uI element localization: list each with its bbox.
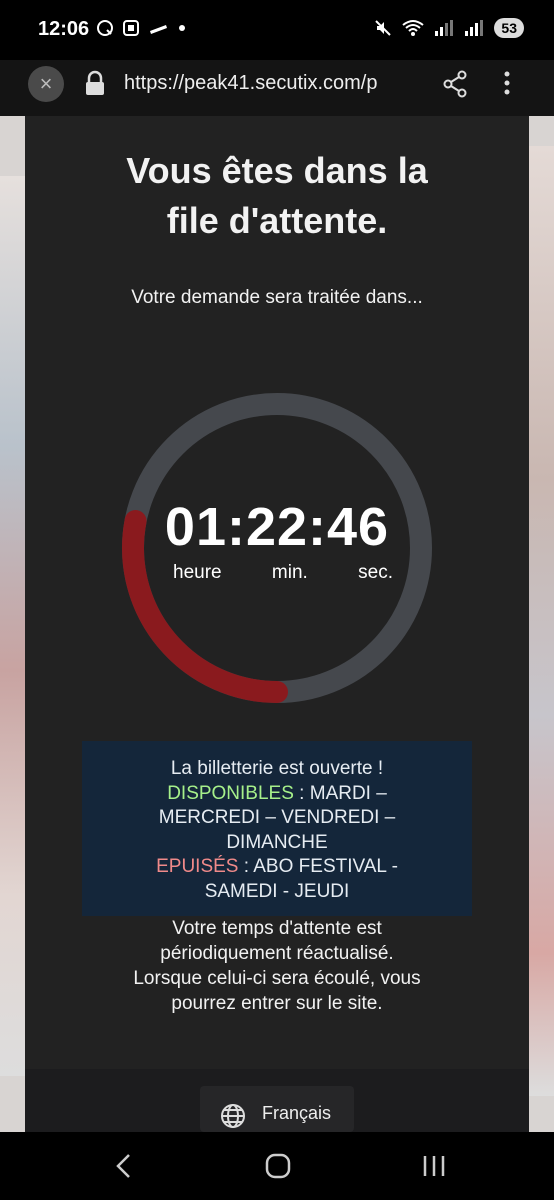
app-notification-icon (97, 20, 113, 36)
back-icon[interactable] (112, 1152, 136, 1180)
url-field[interactable]: https://peak41.secutix.com/p (124, 72, 424, 95)
notification-icons (96, 19, 186, 37)
ticketing-notice: La billetterie est ouverte ! DISPONIBLES… (82, 741, 472, 916)
share-icon[interactable] (442, 70, 468, 98)
signal-icon-2 (465, 20, 484, 36)
close-tab-button[interactable]: × (28, 66, 64, 102)
soldout-label: EPUISÉS (156, 856, 239, 877)
signal-icon (435, 20, 454, 36)
countdown-timer: 01:22:46 (164, 497, 390, 557)
notice-line: DIMANCHE (226, 831, 328, 853)
lock-icon[interactable] (84, 70, 106, 98)
info-line: Lorsque celui-ci sera écoulé, vous (133, 968, 421, 989)
info-line: Votre temps d'attente est (172, 918, 382, 939)
info-line: périodiquement réactualisé. (160, 943, 394, 964)
notice-line: SAMEDI - JEUDI (204, 880, 350, 902)
soldout-text: : ABO FESTIVAL - (238, 856, 398, 877)
wifi-icon (402, 20, 425, 36)
title-line: Vous êtes dans la (126, 150, 428, 191)
notice-available: DISPONIBLES : MARDI – (82, 782, 472, 807)
close-icon: × (39, 71, 53, 96)
queue-subtitle: Votre demande sera traitée dans... (131, 287, 423, 308)
language-label: Français (262, 1103, 332, 1123)
wait-info: Votre temps d'attente est périodiquement… (85, 916, 469, 1016)
seconds-label: sec. (358, 562, 393, 583)
language-selector[interactable]: Français (200, 1086, 354, 1132)
web-page: Vous êtes dans la file d'attente. Votre … (0, 116, 554, 1132)
page-footer: Français (25, 1069, 529, 1132)
available-text: : MARDI – (293, 782, 387, 804)
notice-soldout: EPUISÉS : ABO FESTIVAL - (82, 855, 472, 880)
browser-toolbar: × https://peak41.secutix.com/p (0, 60, 554, 116)
notice-line: La billetterie est ouverte ! (170, 758, 384, 779)
status-bar: 12:06 53 (0, 0, 554, 60)
info-line: pourrez entrer sur le site. (171, 993, 383, 1014)
globe-icon (221, 1104, 245, 1128)
minutes-label: min. (271, 562, 308, 583)
system-icons: 53 (374, 18, 524, 38)
hours-label: heure (173, 562, 222, 583)
recent-apps-icon[interactable] (420, 1152, 448, 1180)
navigation-bar (0, 1132, 554, 1200)
mute-icon (375, 20, 392, 36)
available-label: DISPONIBLES (167, 782, 294, 804)
screenshot-icon (123, 20, 139, 36)
page-title: Vous êtes dans la file d'attente. (25, 146, 529, 246)
pen-icon (150, 25, 167, 34)
home-icon[interactable] (264, 1152, 292, 1180)
timer-labels: heure min. sec. (173, 562, 393, 584)
battery-indicator: 53 (494, 18, 524, 38)
title-line: file d'attente. (166, 200, 388, 241)
queue-card: Vous êtes dans la file d'attente. Votre … (25, 116, 529, 1132)
clock: 12:06 (38, 18, 90, 40)
dot-icon (179, 25, 185, 31)
more-menu-icon[interactable] (500, 70, 514, 98)
notice-line: MERCREDI – VENDREDI – (158, 807, 396, 828)
